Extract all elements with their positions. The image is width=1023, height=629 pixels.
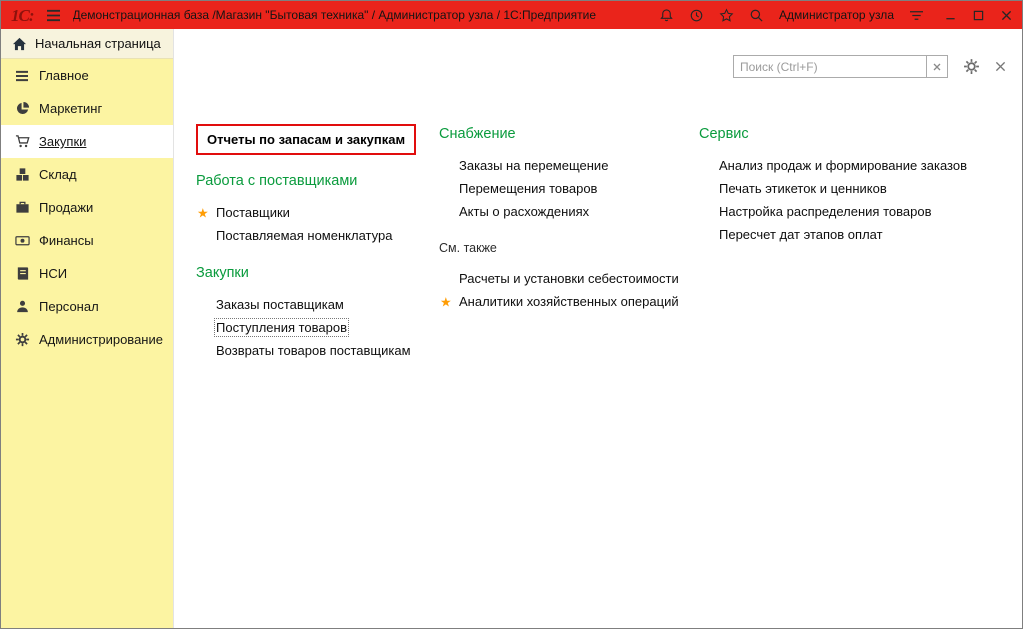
sidebar-item-sklad[interactable]: Склад — [1, 158, 173, 191]
link-nastroyka-raspredeleniya[interactable]: Настройка распределения товаров — [699, 200, 1014, 223]
favorite-star-icon: ★ — [440, 295, 452, 308]
link-pereschet-dat[interactable]: Пересчет дат этапов оплат — [699, 223, 1014, 246]
panel-settings-gear-icon[interactable] — [963, 58, 980, 75]
link-postupleniya-tovarov[interactable]: Поступления товаров — [196, 316, 439, 339]
sidebar-item-marketing[interactable]: Маркетинг — [1, 92, 173, 125]
sidebar-home-label: Начальная страница — [35, 36, 161, 51]
home-icon — [11, 36, 27, 52]
link-peremeshcheniya-tovarov[interactable]: Перемещения товаров — [439, 177, 699, 200]
link-vozvraty-tovarov[interactable]: Возвраты товаров поставщикам — [196, 339, 439, 362]
window-title: Демонстрационная база /Магазин "Бытовая … — [73, 8, 597, 22]
maximize-button[interactable] — [973, 10, 984, 21]
section-snabzhenie: Снабжение Заказы на перемещение Перемеще… — [439, 126, 699, 223]
sidebar-item-finansy[interactable]: Финансы — [1, 224, 173, 257]
section-servis: Сервис Анализ продаж и формирование зака… — [699, 126, 1014, 246]
1c-logo: 1С: — [11, 7, 34, 24]
link-postavlyaemaya-nomenklatura[interactable]: Поставляемая номенклатура — [196, 224, 439, 247]
title-bar: 1С: Демонстрационная база /Магазин "Быто… — [1, 1, 1022, 29]
section-zakupki: Закупки Заказы поставщикам Поступления т… — [196, 265, 439, 362]
link-analiz-prodazh[interactable]: Анализ продаж и формирование заказов — [699, 154, 1014, 177]
reports-stocks-purchases-command[interactable]: Отчеты по запасам и закупкам — [196, 124, 416, 155]
section-heading: Сервис — [699, 126, 1014, 142]
sidebar-item-glavnoe[interactable]: Главное — [1, 59, 173, 92]
column-1: Отчеты по запасам и закупкам Работа с по… — [196, 124, 439, 362]
reports-command-label: Отчеты по запасам и закупкам — [207, 132, 405, 147]
column-3: Сервис Анализ продаж и формирование зака… — [699, 124, 1014, 246]
sales-icon — [14, 200, 30, 216]
favorite-star-icon: ★ — [197, 206, 209, 219]
section-heading: Закупки — [196, 265, 439, 281]
section-heading: Работа с поставщиками — [196, 173, 439, 189]
command-columns: Отчеты по запасам и закупкам Работа с по… — [196, 124, 1014, 362]
section-heading: Снабжение — [439, 126, 699, 142]
service-menu-icon[interactable] — [909, 9, 924, 22]
favorites-star-icon[interactable] — [719, 8, 734, 23]
close-panel-icon[interactable] — [995, 61, 1006, 72]
sidebar-item-personal[interactable]: Персонал — [1, 290, 173, 323]
functions-panel: Отчеты по запасам и закупкам Работа с по… — [173, 29, 1022, 628]
search-icon[interactable] — [749, 8, 764, 23]
close-window-button[interactable] — [1001, 10, 1012, 21]
sidebar-item-prodazhi[interactable]: Продажи — [1, 191, 173, 224]
link-zakazy-na-peremeshchenie[interactable]: Заказы на перемещение — [439, 154, 699, 177]
search-clear-button[interactable] — [926, 56, 947, 77]
purchases-cart-icon — [14, 134, 30, 150]
personnel-icon — [14, 299, 30, 315]
link-pechat-etiketok[interactable]: Печать этикеток и ценников — [699, 177, 1014, 200]
current-user-label[interactable]: Администратор узла — [779, 8, 894, 22]
minimize-button[interactable] — [945, 10, 956, 21]
main-section-icon — [14, 68, 30, 84]
sidebar-item-nsi[interactable]: НСИ — [1, 257, 173, 290]
finance-icon — [14, 233, 30, 249]
link-raschety-sebestoimosti[interactable]: Расчеты и установки себестоимости — [439, 267, 699, 290]
administration-gear-icon — [14, 332, 30, 348]
search-input[interactable] — [734, 56, 926, 77]
search-box — [733, 55, 948, 78]
see-also-heading: См. также — [439, 241, 699, 255]
sections-panel: Начальная страница Главное Маркетинг Зак… — [1, 29, 173, 628]
link-akty-o-raskhozhdeniyakh[interactable]: Акты о расхождениях — [439, 200, 699, 223]
sidebar-item-administrirovanie[interactable]: Администрирование — [1, 323, 173, 356]
sidebar-item-home[interactable]: Начальная страница — [1, 29, 173, 59]
sidebar-item-zakupki[interactable]: Закупки — [1, 125, 173, 158]
link-zakazy-postavshchikam[interactable]: Заказы поставщикам — [196, 293, 439, 316]
reference-data-icon — [14, 266, 30, 282]
section-see-also: См. также Расчеты и установки себестоимо… — [439, 241, 699, 313]
link-postavshchiki[interactable]: ★ Поставщики — [196, 201, 439, 224]
notifications-bell-icon[interactable] — [659, 8, 674, 23]
app-window: 1С: Демонстрационная база /Магазин "Быто… — [0, 0, 1023, 629]
main-menu-icon[interactable] — [46, 9, 61, 22]
column-2: Снабжение Заказы на перемещение Перемеще… — [439, 124, 699, 313]
warehouse-icon — [14, 167, 30, 183]
history-icon[interactable] — [689, 8, 704, 23]
section-suppliers-work: Работа с поставщиками ★ Поставщики Поста… — [196, 173, 439, 247]
link-analitiki-operatsiy[interactable]: ★ Аналитики хозяйственных операций — [439, 290, 699, 313]
marketing-icon — [14, 101, 30, 117]
